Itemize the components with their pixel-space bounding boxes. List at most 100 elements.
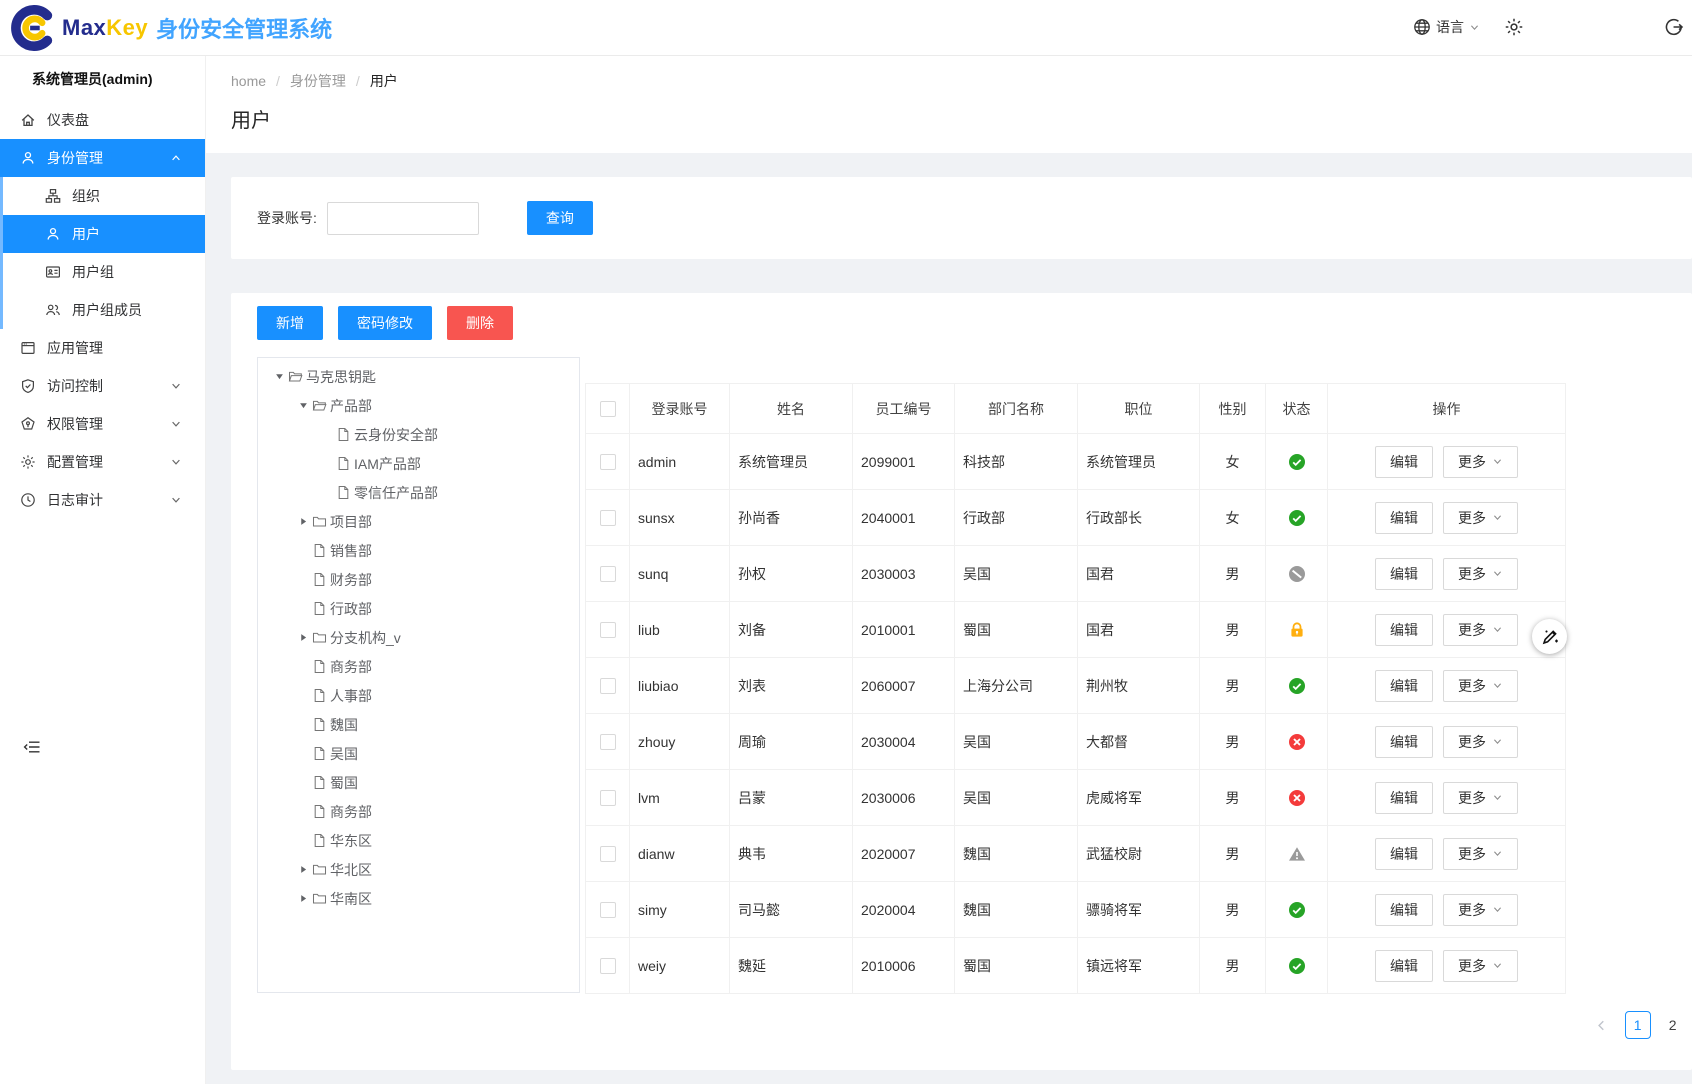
- more-button[interactable]: 更多: [1443, 446, 1518, 478]
- row-checkbox[interactable]: [600, 846, 616, 862]
- tree-node-蜀国[interactable]: 蜀国: [258, 768, 579, 797]
- row-checkbox[interactable]: [600, 734, 616, 750]
- cell-actions: 编辑更多: [1328, 714, 1566, 770]
- language-switcher[interactable]: 语言: [1413, 17, 1480, 37]
- edit-button[interactable]: 编辑: [1375, 558, 1433, 590]
- cell-dept: 上海分公司: [955, 658, 1078, 714]
- tree-node-华东区[interactable]: 华东区: [258, 826, 579, 855]
- brand-suffix: 身份安全管理系统: [156, 12, 332, 44]
- clock-icon: [20, 492, 47, 508]
- tree-node-华南区[interactable]: 华南区: [258, 884, 579, 913]
- caret-right-icon[interactable]: [294, 515, 312, 529]
- breadcrumb-home[interactable]: home: [231, 73, 266, 89]
- login-account-input[interactable]: [327, 202, 479, 235]
- more-button[interactable]: 更多: [1443, 726, 1518, 758]
- row-checkbox[interactable]: [600, 790, 616, 806]
- sidebar-item-日志审计[interactable]: 日志审计: [0, 481, 205, 519]
- tree-node-马克思钥匙[interactable]: 马克思钥匙: [258, 362, 579, 391]
- sidebar-item-配置管理[interactable]: 配置管理: [0, 443, 205, 481]
- row-checkbox[interactable]: [600, 566, 616, 582]
- edit-button[interactable]: 编辑: [1375, 614, 1433, 646]
- row-checkbox[interactable]: [600, 958, 616, 974]
- tree-node-商务部[interactable]: 商务部: [258, 652, 579, 681]
- row-checkbox[interactable]: [600, 510, 616, 526]
- more-button[interactable]: 更多: [1443, 950, 1518, 982]
- delete-button[interactable]: 删除: [447, 306, 513, 340]
- tree-node-华北区[interactable]: 华北区: [258, 855, 579, 884]
- select-all-checkbox[interactable]: [600, 401, 616, 417]
- tree-caret-spacer: [318, 428, 336, 442]
- row-checkbox[interactable]: [600, 902, 616, 918]
- pagination-prev-icon[interactable]: [1588, 1011, 1616, 1039]
- more-button[interactable]: 更多: [1443, 782, 1518, 814]
- caret-right-icon[interactable]: [294, 892, 312, 906]
- collapse-sidebar-icon[interactable]: [22, 738, 42, 756]
- tree-node-商务部[interactable]: 商务部: [258, 797, 579, 826]
- sidebar-item-组织[interactable]: 组织: [3, 177, 205, 215]
- tree-node-吴国[interactable]: 吴国: [258, 739, 579, 768]
- folder-icon: [312, 891, 327, 906]
- more-button[interactable]: 更多: [1443, 502, 1518, 534]
- pagination-page-1[interactable]: 1: [1625, 1011, 1651, 1039]
- cell-actions: 编辑更多: [1328, 770, 1566, 826]
- more-button[interactable]: 更多: [1443, 558, 1518, 590]
- sidebar-item-用户组成员[interactable]: 用户组成员: [3, 291, 205, 329]
- home-icon: [20, 112, 47, 128]
- caret-down-icon[interactable]: [294, 399, 312, 413]
- row-checkbox[interactable]: [600, 622, 616, 638]
- pagination-page-2[interactable]: 2: [1660, 1011, 1686, 1039]
- sidebar-item-权限管理[interactable]: 权限管理: [0, 405, 205, 443]
- tree-node-IAM产品部[interactable]: IAM产品部: [258, 449, 579, 478]
- edit-button[interactable]: 编辑: [1375, 838, 1433, 870]
- caret-down-icon[interactable]: [270, 370, 288, 384]
- edit-button[interactable]: 编辑: [1375, 726, 1433, 758]
- tree-node-行政部[interactable]: 行政部: [258, 594, 579, 623]
- edit-button[interactable]: 编辑: [1375, 670, 1433, 702]
- tree-node-云身份安全部[interactable]: 云身份安全部: [258, 420, 579, 449]
- breadcrumb-identity[interactable]: 身份管理: [290, 71, 346, 91]
- tree-node-分支机构_v[interactable]: 分支机构_v: [258, 623, 579, 652]
- caret-right-icon[interactable]: [294, 631, 312, 645]
- tree-node-产品部[interactable]: 产品部: [258, 391, 579, 420]
- sidebar-item-仪表盘[interactable]: 仪表盘: [0, 101, 205, 139]
- tree-node-项目部[interactable]: 项目部: [258, 507, 579, 536]
- tree-node-魏国[interactable]: 魏国: [258, 710, 579, 739]
- edit-button[interactable]: 编辑: [1375, 502, 1433, 534]
- change-password-button[interactable]: 密码修改: [338, 306, 432, 340]
- sidebar-item-身份管理[interactable]: 身份管理: [0, 139, 205, 177]
- more-button[interactable]: 更多: [1443, 838, 1518, 870]
- caret-right-icon[interactable]: [294, 863, 312, 877]
- more-button[interactable]: 更多: [1443, 670, 1518, 702]
- more-button[interactable]: 更多: [1443, 894, 1518, 926]
- tree-node-label: 行政部: [330, 599, 372, 619]
- tree-node-销售部[interactable]: 销售部: [258, 536, 579, 565]
- status-error-icon: [1288, 789, 1306, 807]
- sidebar-item-应用管理[interactable]: 应用管理: [0, 329, 205, 367]
- row-checkbox[interactable]: [600, 454, 616, 470]
- tree-caret-spacer: [294, 689, 312, 703]
- more-button[interactable]: 更多: [1443, 614, 1518, 646]
- status-active-icon: [1288, 509, 1306, 527]
- floating-extension-button[interactable]: [1532, 619, 1567, 654]
- tree-node-人事部[interactable]: 人事部: [258, 681, 579, 710]
- tree-node-财务部[interactable]: 财务部: [258, 565, 579, 594]
- tree-caret-spacer: [294, 834, 312, 848]
- edit-button[interactable]: 编辑: [1375, 950, 1433, 982]
- table-row-simy: simy司马懿2020004魏国骠骑将军男编辑更多: [586, 882, 1566, 938]
- table-row-liub: liub刘备2010001蜀国国君男编辑更多: [586, 602, 1566, 658]
- row-checkbox[interactable]: [600, 678, 616, 694]
- idcard-icon: [45, 264, 72, 280]
- cell-name: 孙尚香: [730, 490, 853, 546]
- add-button[interactable]: 新增: [257, 306, 323, 340]
- edit-button[interactable]: 编辑: [1375, 782, 1433, 814]
- sidebar-item-用户组[interactable]: 用户组: [3, 253, 205, 291]
- gear-icon[interactable]: [1504, 17, 1524, 37]
- query-button[interactable]: 查询: [527, 201, 593, 235]
- edit-button[interactable]: 编辑: [1375, 446, 1433, 478]
- cell-gender: 男: [1200, 546, 1266, 602]
- sidebar-item-用户[interactable]: 用户: [3, 215, 205, 253]
- logout-icon[interactable]: [1664, 17, 1684, 37]
- sidebar-item-访问控制[interactable]: 访问控制: [0, 367, 205, 405]
- edit-button[interactable]: 编辑: [1375, 894, 1433, 926]
- tree-node-零信任产品部[interactable]: 零信任产品部: [258, 478, 579, 507]
